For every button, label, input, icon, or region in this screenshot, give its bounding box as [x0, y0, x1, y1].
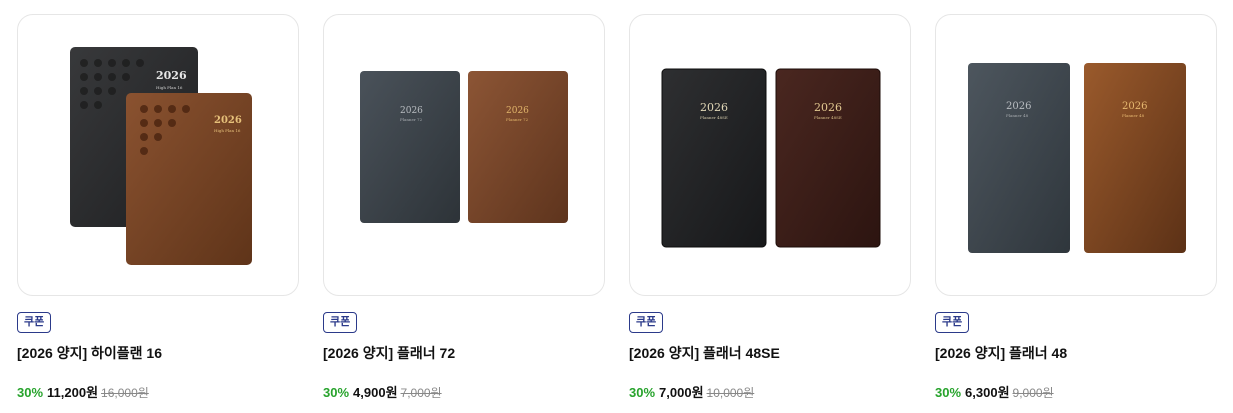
cover-model: Planner 48 [1006, 113, 1029, 118]
discount-rate: 30% [935, 385, 962, 400]
product-card[interactable]: 2026 Planner 72 2026 Planner 72 쿠폰 [2026… [323, 14, 605, 400]
cover-year: 2026 [1006, 101, 1031, 112]
cover-year: 2026 [814, 101, 842, 114]
cover-year: 2026 [400, 106, 423, 116]
black-planner-cover [661, 68, 767, 248]
coupon-badge: 쿠폰 [935, 312, 970, 333]
price-row: 30% 6,300원 9,000원 [935, 382, 1054, 401]
dark-brown-planner-cover [775, 68, 881, 248]
original-price: 9,000원 [1012, 386, 1054, 400]
cover-model: High Plan 16 [214, 128, 241, 133]
product-title[interactable]: [2026 양지] 플래너 48SE [629, 343, 780, 363]
discount-rate: 30% [629, 385, 656, 400]
cover-model: Planner 48SE [814, 115, 842, 120]
sale-price: 6,300원 [965, 385, 1010, 400]
brown-planner-cover [468, 71, 568, 223]
price-row: 30% 4,900원 7,000원 [323, 382, 442, 401]
cover-year: 2026 [506, 106, 529, 116]
brown-planner-cover [1084, 63, 1186, 253]
product-title[interactable]: [2026 양지] 플래너 48 [935, 343, 1067, 363]
planner-image: 2026 Planner 72 2026 Planner 72 [360, 71, 568, 223]
coupon-badge: 쿠폰 [629, 312, 664, 333]
product-image[interactable]: 2026 High Plan 16 2026 High Plan 16 [17, 14, 299, 296]
coupon-badge: 쿠폰 [17, 312, 52, 333]
planner-image: 2026 Planner 48SE 2026 Planner 48SE [661, 68, 881, 248]
slate-planner-cover [360, 71, 460, 223]
discount-rate: 30% [17, 385, 44, 400]
product-card[interactable]: 2026 Planner 48 2026 Planner 48 쿠폰 [2026… [935, 14, 1217, 400]
discount-rate: 30% [323, 385, 350, 400]
sale-price: 4,900원 [353, 385, 398, 400]
sale-price: 11,200원 [47, 385, 99, 400]
product-card[interactable]: 2026 High Plan 16 2026 High Plan 16 쿠폰 [… [17, 14, 299, 400]
product-image[interactable]: 2026 Planner 48SE 2026 Planner 48SE [629, 14, 911, 296]
original-price: 10,000원 [706, 386, 755, 400]
cover-model: Planner 72 [400, 117, 423, 122]
cover-model: Planner 72 [506, 117, 529, 122]
cover-year: 2026 [1122, 101, 1147, 112]
cover-year: 2026 [156, 69, 187, 82]
cover-model: Planner 48SE [700, 115, 728, 120]
cover-year: 2026 [214, 115, 242, 126]
planner-image: 2026 Planner 48 2026 Planner 48 [968, 63, 1186, 253]
product-title[interactable]: [2026 양지] 하이플랜 16 [17, 343, 162, 363]
coupon-badge: 쿠폰 [323, 312, 358, 333]
price-row: 30% 11,200원 16,000원 [17, 382, 149, 401]
product-title[interactable]: [2026 양지] 플래너 72 [323, 343, 455, 363]
cover-model: Planner 48 [1122, 113, 1145, 118]
planner-image: 2026 High Plan 16 2026 High Plan 16 [70, 47, 252, 265]
original-price: 16,000원 [101, 386, 149, 400]
product-image[interactable]: 2026 Planner 48 2026 Planner 48 [935, 14, 1217, 296]
product-image[interactable]: 2026 Planner 72 2026 Planner 72 [323, 14, 605, 296]
sale-price: 7,000원 [659, 385, 704, 400]
slate-planner-cover [968, 63, 1070, 253]
product-card[interactable]: 2026 Planner 48SE 2026 Planner 48SE 쿠폰 [… [629, 14, 911, 400]
cover-model: High Plan 16 [156, 85, 183, 90]
original-price: 7,000원 [400, 386, 442, 400]
cover-year: 2026 [700, 101, 728, 114]
price-row: 30% 7,000원 10,000원 [629, 382, 754, 401]
